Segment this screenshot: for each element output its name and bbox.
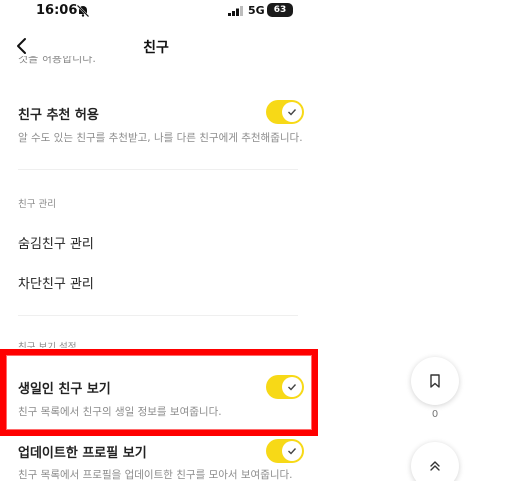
blocked-friends-menu-item[interactable]: 차단친구 관리 bbox=[18, 273, 94, 292]
check-icon bbox=[288, 448, 297, 455]
page: 16:06 5G 63 친구 것을 허용합니다. 친구 추천 허용 알 수도 있… bbox=[0, 0, 524, 481]
updated-profile-toggle[interactable] bbox=[266, 439, 304, 463]
battery-indicator: 63 bbox=[267, 3, 293, 17]
page-title: 친구 bbox=[143, 40, 169, 56]
section-header-manage: 친구 관리 bbox=[18, 199, 56, 210]
updated-profile-setting-title: 업데이트한 프로필 보기 bbox=[18, 446, 147, 461]
highlight-inner-border bbox=[6, 355, 312, 430]
section-header-view: 친구 보기 설정 bbox=[18, 342, 77, 348]
divider bbox=[18, 315, 298, 316]
bookmark-button[interactable] bbox=[411, 357, 459, 405]
double-chevron-up-icon bbox=[430, 461, 440, 471]
check-icon bbox=[288, 109, 297, 116]
signal-icon bbox=[228, 6, 243, 16]
status-bar: 16:06 5G 63 bbox=[0, 0, 312, 28]
recommend-setting-desc: 알 수도 있는 친구를 추천받고, 나를 다른 친구에게 추천해줍니다. bbox=[18, 132, 303, 144]
recommend-toggle[interactable] bbox=[266, 100, 304, 124]
scroll-top-button[interactable] bbox=[411, 442, 459, 481]
bell-muted-icon bbox=[76, 4, 90, 18]
recommend-setting-title: 친구 추천 허용 bbox=[18, 108, 99, 123]
updated-profile-setting-desc: 친구 목록에서 프로필을 업데이트한 친구를 모아서 보여줍니다. bbox=[18, 469, 293, 481]
toggle-knob bbox=[282, 441, 302, 461]
network-label: 5G bbox=[248, 4, 265, 17]
toggle-knob bbox=[282, 102, 302, 122]
bookmark-icon bbox=[430, 374, 440, 388]
clipped-description: 것을 허용합니다. bbox=[18, 56, 96, 64]
status-time: 16:06 bbox=[36, 3, 78, 18]
bookmark-count: 0 bbox=[431, 409, 439, 420]
divider bbox=[18, 169, 298, 170]
hidden-friends-menu-item[interactable]: 숨김친구 관리 bbox=[18, 233, 94, 252]
